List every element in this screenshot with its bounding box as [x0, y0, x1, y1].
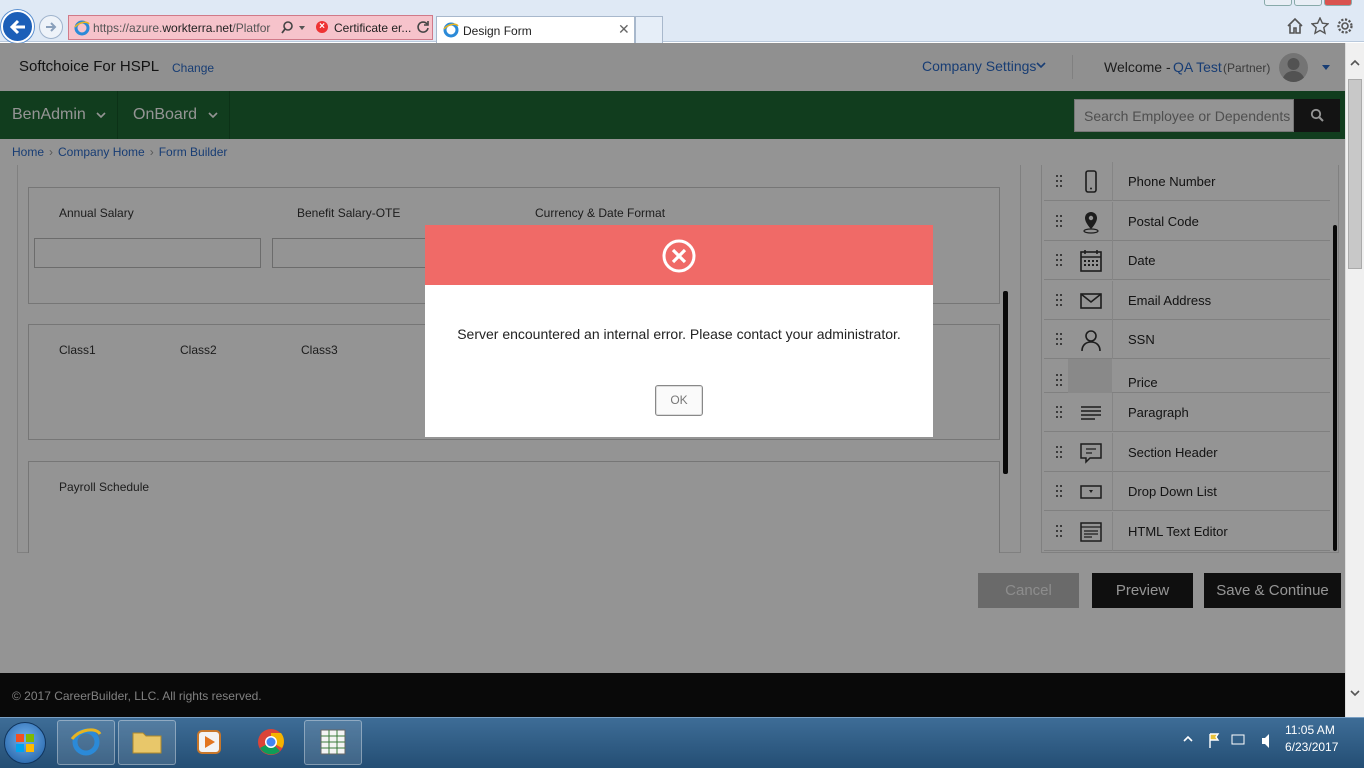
maximize-button[interactable] — [1294, 0, 1322, 6]
windows-taskbar: 11:05 AM 6/23/2017 — [0, 717, 1364, 768]
error-dialog-header — [425, 225, 933, 285]
action-center-icon — [1209, 733, 1220, 748]
tab-title: Design Form — [463, 24, 532, 38]
scroll-up-icon[interactable] — [1350, 59, 1360, 67]
address-bar[interactable]: https://azure.workterra.net/Platfor × Ce… — [68, 15, 433, 40]
error-dialog: Server encountered an internal error. Pl… — [425, 225, 933, 437]
minimize-button[interactable] — [1264, 0, 1292, 6]
ie-logo-icon — [70, 728, 102, 756]
close-icon[interactable]: ✕ — [618, 21, 630, 38]
ok-button[interactable]: OK — [655, 385, 703, 416]
chevron-down-icon[interactable] — [299, 26, 305, 30]
tray-icons[interactable] — [1180, 730, 1280, 752]
search-icon[interactable] — [280, 20, 294, 34]
browser-toolbar: https://azure.workterra.net/Platfor × Ce… — [0, 0, 1364, 43]
taskbar-file-explorer[interactable] — [118, 720, 176, 765]
system-tray — [1180, 730, 1280, 757]
address-url: https://azure.workterra.net/Platfor — [93, 21, 271, 35]
volume-icon — [1262, 734, 1269, 748]
arrow-right-icon — [46, 22, 57, 32]
chrome-logo-icon — [258, 729, 284, 755]
error-message: Server encountered an internal error. Pl… — [457, 326, 901, 342]
new-tab-button[interactable] — [635, 16, 663, 43]
gear-icon[interactable] — [1336, 17, 1354, 35]
arrow-left-icon — [9, 19, 25, 35]
taskbar-spreadsheet-app[interactable] — [304, 720, 362, 765]
refresh-icon[interactable] — [416, 20, 430, 34]
taskbar-internet-explorer[interactable] — [57, 720, 115, 765]
ie-logo-icon — [443, 22, 459, 38]
cert-error-icon[interactable]: × — [316, 21, 328, 33]
scroll-thumb[interactable] — [1348, 79, 1362, 269]
window-controls — [1262, 0, 1362, 7]
window-close-button[interactable] — [1324, 0, 1352, 6]
forward-button[interactable] — [39, 15, 63, 39]
scroll-down-icon[interactable] — [1350, 689, 1360, 697]
star-icon[interactable] — [1311, 17, 1329, 35]
certificate-error-label[interactable]: Certificate er... — [334, 21, 411, 35]
clock-date[interactable]: 6/23/2017 — [1285, 740, 1338, 754]
clock-time[interactable]: 11:05 AM — [1285, 723, 1335, 737]
show-hidden-icons-icon — [1183, 735, 1193, 742]
start-button[interactable] — [4, 722, 46, 764]
page-scrollbar[interactable] — [1345, 43, 1364, 717]
folder-icon — [132, 732, 162, 754]
taskbar-media-player[interactable] — [180, 720, 238, 765]
error-circle-icon — [662, 239, 696, 273]
windows-logo-icon — [16, 734, 34, 752]
home-icon[interactable] — [1286, 17, 1304, 35]
spreadsheet-icon — [320, 729, 346, 755]
network-icon — [1231, 734, 1245, 745]
tab-design-form[interactable]: Design Form ✕ — [436, 16, 635, 43]
ie-logo-icon — [74, 20, 90, 36]
taskbar-chrome[interactable] — [242, 720, 300, 765]
back-button[interactable] — [1, 10, 34, 43]
media-player-icon — [197, 730, 221, 754]
